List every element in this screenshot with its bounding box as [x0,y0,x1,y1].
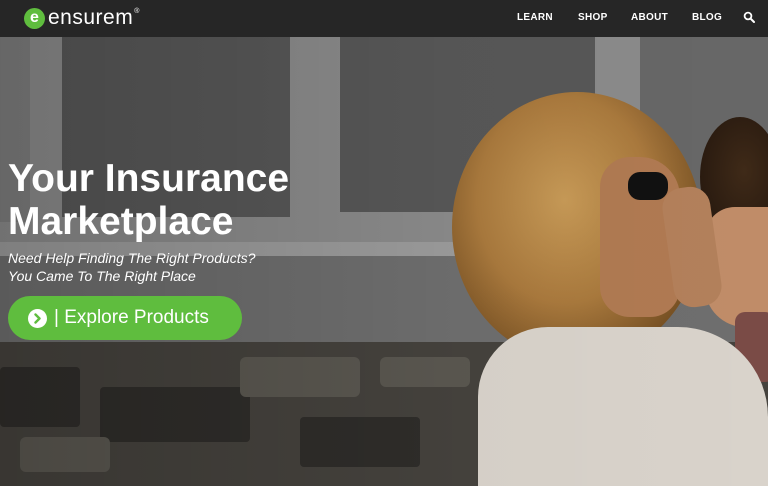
chevron-right-circle-icon [28,308,47,328]
nav-about-link[interactable]: ABOUT [631,12,668,23]
nav-shop-link[interactable]: SHOP [578,12,608,23]
headline-line-2: Marketplace [8,200,234,243]
registered-mark: ® [134,7,140,15]
subtitle-line-2: You Came To The Right Place [8,268,196,284]
top-navbar: e ensurem ® LEARN SHOP ABOUT BLOG [0,0,768,37]
explore-products-label: | Explore Products [54,307,209,328]
headline-line-1: Your Insurance [8,157,290,200]
nav-blog-link[interactable]: BLOG [692,12,722,23]
search-icon[interactable] [743,11,755,23]
logo-e-icon: e [24,7,45,29]
explore-products-button[interactable]: | Explore Products [8,296,242,340]
nav-learn-link[interactable]: LEARN [517,12,553,23]
logo-wordmark: ensurem [48,6,134,29]
ensurem-logo[interactable]: e ensurem ® [24,5,139,31]
subtitle-line-1: Need Help Finding The Right Products? [8,250,256,266]
hero-subtitle: Need Help Finding The Right Products? Yo… [8,249,255,285]
hero-headline: Your Insurance Marketplace [8,157,289,243]
